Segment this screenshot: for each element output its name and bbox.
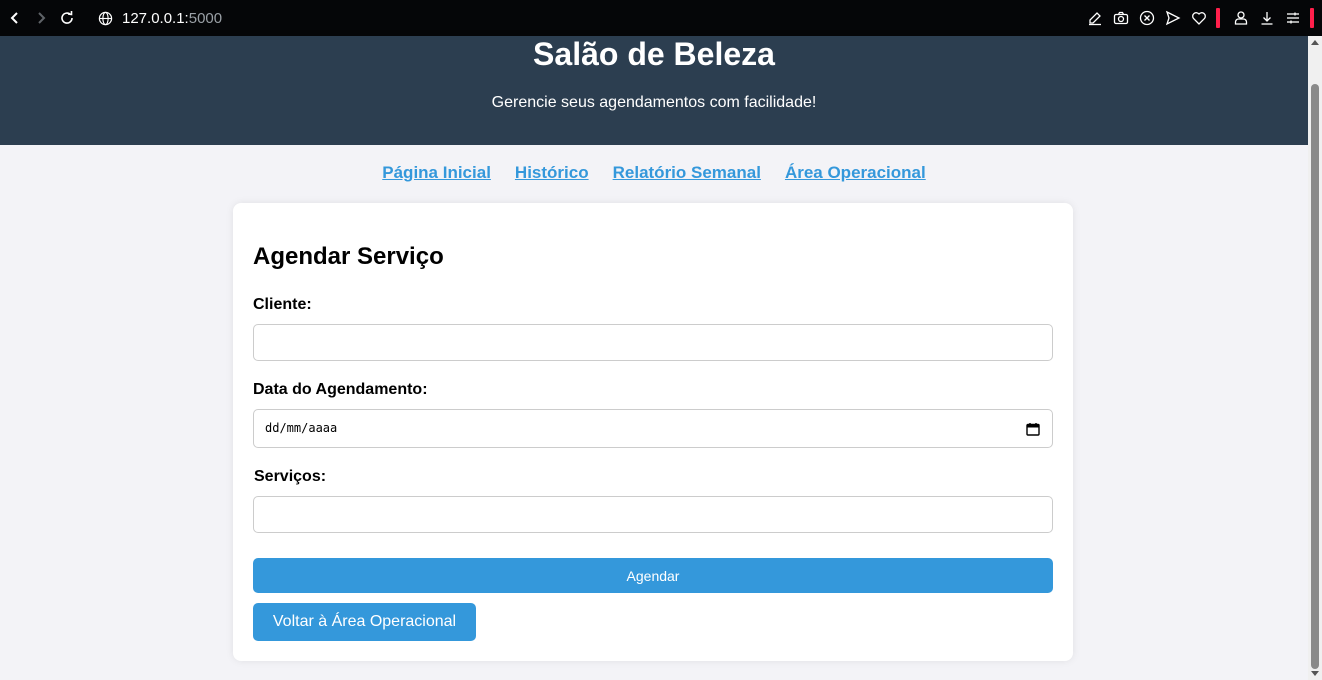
schedule-button[interactable]: Agendar	[253, 558, 1053, 593]
browser-toolbar: 127.0.0.1: 5000	[0, 0, 1322, 36]
menu-icon[interactable]	[1280, 0, 1306, 36]
accent-marker	[1310, 8, 1314, 28]
services-label: Serviços:	[254, 468, 327, 485]
back-to-operational-button[interactable]: Voltar à Área Operacional	[253, 603, 476, 641]
scroll-down-icon[interactable]	[1311, 671, 1319, 676]
back-icon[interactable]	[2, 0, 28, 36]
accent-marker	[1216, 8, 1220, 28]
page-subtitle: Gerencie seus agendamentos com facilidad…	[491, 94, 817, 111]
reload-icon[interactable]	[54, 0, 80, 36]
globe-icon	[98, 11, 113, 25]
download-icon[interactable]	[1254, 0, 1280, 36]
nav-link-home[interactable]: Página Inicial	[382, 162, 491, 184]
url-port: 5000	[188, 9, 223, 27]
send-icon[interactable]	[1160, 0, 1186, 36]
scroll-thumb[interactable]	[1311, 84, 1319, 669]
page-title: Salão de Beleza	[533, 36, 775, 72]
scroll-up-icon[interactable]	[1311, 40, 1319, 45]
edit-icon[interactable]	[1082, 0, 1108, 36]
calendar-icon[interactable]	[1026, 422, 1040, 436]
profile-icon[interactable]	[1228, 0, 1254, 36]
address-bar[interactable]: 127.0.0.1: 5000	[98, 10, 222, 27]
client-label: Cliente:	[253, 296, 312, 313]
booking-card: Agendar Serviço Cliente: Data do Agendam…	[233, 203, 1073, 661]
url-host: 127.0.0.1:	[122, 9, 189, 27]
page-scrollbar[interactable]	[1308, 36, 1322, 680]
nav-link-weekly-report[interactable]: Relatório Semanal	[613, 162, 761, 184]
block-icon[interactable]	[1134, 0, 1160, 36]
date-input[interactable]: dd/mm/aaaa	[253, 409, 1053, 448]
nav-link-history[interactable]: Histórico	[515, 162, 589, 184]
nav-link-operational-area[interactable]: Área Operacional	[785, 162, 926, 184]
services-input[interactable]	[253, 496, 1053, 533]
camera-icon[interactable]	[1108, 0, 1134, 36]
page-header: Salão de Beleza Gerencie seus agendament…	[0, 36, 1308, 145]
date-label: Data do Agendamento:	[253, 381, 428, 398]
date-placeholder: dd/mm/aaaa	[265, 421, 338, 435]
client-input[interactable]	[253, 324, 1053, 361]
main-nav: Página Inicial Histórico Relatório Seman…	[0, 162, 1308, 184]
heart-icon[interactable]	[1186, 0, 1212, 36]
forward-icon[interactable]	[28, 0, 54, 36]
form-title: Agendar Serviço	[253, 243, 444, 270]
